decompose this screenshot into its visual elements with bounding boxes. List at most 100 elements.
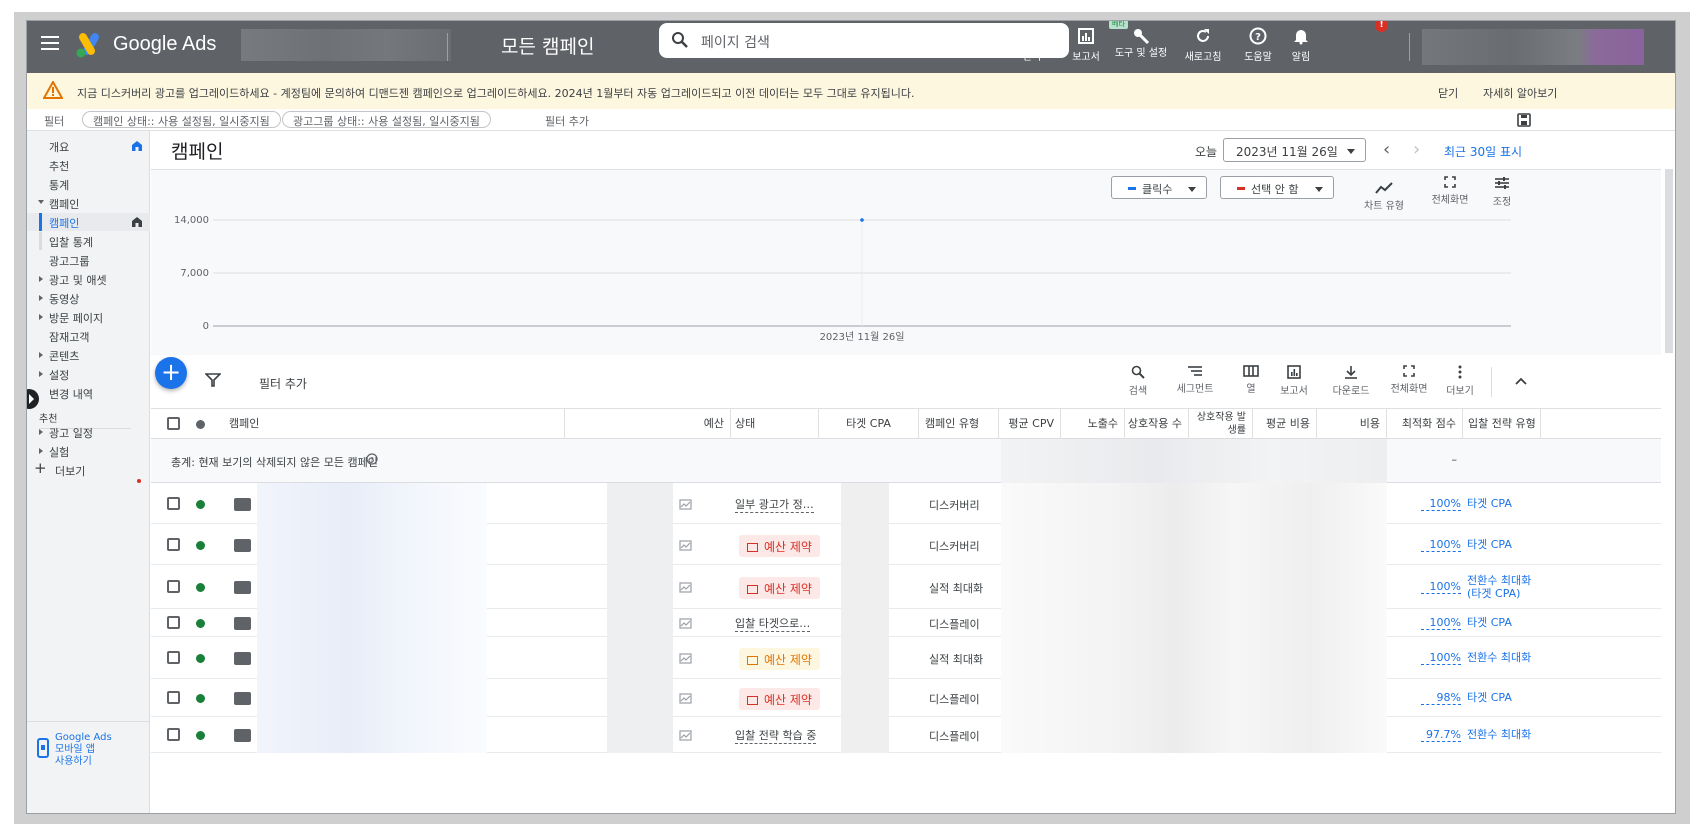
sidebar-item-bid-insights[interactable]: 입찰 통계	[39, 232, 150, 250]
campaign-name-link[interactable]	[257, 609, 487, 637]
budget-chart-icon[interactable]	[679, 539, 692, 551]
col-bid-strategy[interactable]: 입찰 전략 유형	[1463, 409, 1541, 439]
campaign-name-link[interactable]	[257, 483, 487, 524]
campaign-name-link[interactable]	[257, 524, 487, 565]
help-icon[interactable]: ?	[366, 453, 378, 465]
budget-chart-icon[interactable]	[679, 730, 692, 741]
bid-strategy-link[interactable]: 타겟 CPA	[1467, 691, 1512, 704]
budget-limited-badge[interactable]: 예산 제약	[739, 688, 820, 710]
optimization-score-link[interactable]: 100%	[1421, 580, 1461, 594]
sidebar-item-campaigns[interactable]: 캠페인	[27, 213, 150, 231]
budget-chart-icon[interactable]	[679, 693, 692, 704]
show-last-30-days-link[interactable]: 최근 30일 표시	[1444, 143, 1522, 160]
optimization-score-link[interactable]: 100%	[1421, 538, 1461, 552]
row-checkbox[interactable]	[167, 580, 180, 593]
notifications-button[interactable]: 알림	[1273, 27, 1329, 63]
row-checkbox[interactable]	[167, 728, 180, 741]
sidebar-item-settings[interactable]: 설정	[27, 365, 150, 383]
filter-icon[interactable]	[205, 373, 221, 387]
col-avg-cost[interactable]: 평균 비용	[1253, 409, 1317, 439]
reports-button[interactable]: 보고서	[1058, 27, 1114, 63]
bid-strategy-link[interactable]: 전환수 최대화	[1467, 728, 1531, 741]
budget-value[interactable]	[607, 637, 673, 679]
optimization-score-link[interactable]: 98%	[1421, 691, 1461, 705]
budget-value[interactable]	[607, 524, 673, 565]
sidebar-item-landing-pages[interactable]: 방문 페이지	[27, 308, 150, 326]
sidebar-item-ads-assets[interactable]: 광고 및 애셋	[27, 270, 150, 288]
budget-chart-icon[interactable]	[679, 582, 692, 593]
sidebar-item-ad-groups[interactable]: 광고그룹	[27, 251, 150, 269]
refresh-button[interactable]: 새로고침	[1175, 27, 1231, 63]
search-table-button[interactable]: 검색	[1123, 365, 1153, 397]
table-row[interactable]: 예산 제약 실적 최대화 100% 전환수 최대화	[151, 637, 1661, 679]
col-budget[interactable]: 예산	[565, 409, 731, 439]
budget-chart-icon[interactable]	[679, 618, 692, 629]
prev-date-button[interactable]: ‹	[1383, 139, 1390, 160]
chart-scrollbar[interactable]	[1665, 169, 1673, 353]
row-checkbox[interactable]	[167, 616, 180, 629]
table-row[interactable]: 일부 광고가 정… 디스커버리 100% 타겟 CPA	[151, 483, 1661, 524]
table-row[interactable]: 예산 제약 디스플레이 98% 타겟 CPA	[151, 679, 1661, 717]
row-checkbox[interactable]	[167, 537, 180, 551]
budget-limited-badge[interactable]: 예산 제약	[739, 577, 820, 599]
download-button[interactable]: 다운로드	[1329, 365, 1373, 397]
row-checkbox[interactable]	[167, 496, 180, 510]
add-campaign-button[interactable]: +	[155, 357, 187, 389]
banner-learn-more-link[interactable]: 자세히 알아보기	[1483, 85, 1557, 101]
col-optimization-score[interactable]: 최적화 점수	[1387, 409, 1463, 439]
campaign-name-link[interactable]	[257, 565, 487, 609]
filter-chip-adgroup-status[interactable]: 광고그룹 상태:: 사용 설정됨, 일시중지됨	[282, 111, 491, 128]
menu-icon[interactable]	[41, 36, 59, 50]
target-cpa-value[interactable]	[841, 565, 889, 609]
campaign-name-link[interactable]	[257, 679, 487, 717]
budget-chart-icon[interactable]	[679, 653, 692, 664]
row-checkbox[interactable]	[167, 691, 180, 704]
col-campaign-type[interactable]: 캠페인 유형	[919, 409, 999, 439]
col-interaction-rate[interactable]: 상호작용 발생률	[1189, 409, 1253, 439]
budget-value[interactable]	[607, 679, 673, 717]
campaign-name-link[interactable]	[257, 717, 487, 753]
sidebar-item-recommendations[interactable]: 추천	[27, 156, 150, 174]
optimization-score-link[interactable]: 97.7%	[1421, 728, 1461, 742]
col-campaign[interactable]: 캠페인	[229, 409, 565, 439]
sidebar-item-more[interactable]: + 더보기	[27, 459, 150, 479]
col-cost[interactable]: 비용	[1317, 409, 1387, 439]
table-row[interactable]: 입찰 전략 학습 중 디스플레이 97.7% 전환수 최대화	[151, 717, 1661, 753]
add-filter-link[interactable]: 필터 추가	[545, 113, 589, 129]
date-range-selector[interactable]: 2023년 11월 26일	[1223, 138, 1366, 162]
bid-strategy-link[interactable]: 타겟 CPA	[1467, 616, 1512, 629]
col-interactions[interactable]: 상호작용 수	[1125, 409, 1189, 439]
table-reports-button[interactable]: 보고서	[1277, 365, 1311, 397]
tools-settings-button[interactable]: 도구 및 설정	[1113, 27, 1169, 59]
optimization-score-link[interactable]: 100%	[1421, 497, 1461, 511]
status-text[interactable]: 입찰 타겟으로…	[735, 615, 811, 632]
status-text[interactable]: 일부 광고가 정…	[735, 496, 814, 513]
sidebar-item-audiences[interactable]: 잠재고객	[27, 327, 150, 345]
sidebar-item-change-history[interactable]: 변경 내역	[27, 384, 150, 402]
budget-limited-badge[interactable]: 예산 제약	[739, 534, 820, 557]
more-options-button[interactable]: 더보기	[1445, 365, 1475, 397]
table-fullscreen-button[interactable]: 전체화면	[1387, 365, 1431, 395]
campaign-name-link[interactable]	[257, 637, 487, 679]
sidebar-item-campaigns-group[interactable]: 캠페인	[27, 194, 150, 212]
target-cpa-value[interactable]	[841, 609, 889, 637]
table-row[interactable]: 예산 제약 실적 최대화 100% 전환수 최대화 (타겟 CPA)	[151, 565, 1661, 609]
budget-limited-warning-badge[interactable]: 예산 제약	[739, 648, 820, 670]
sidebar-item-insights[interactable]: 통계	[27, 175, 150, 193]
budget-chart-icon[interactable]	[679, 498, 692, 510]
add-filter-button[interactable]: 필터 추가	[259, 375, 307, 392]
select-all-checkbox[interactable]	[167, 417, 180, 430]
sidebar-item-videos[interactable]: 동영상	[27, 289, 150, 307]
filter-chip-campaign-status[interactable]: 캠페인 상태:: 사용 설정됨, 일시중지됨	[82, 111, 281, 128]
segment-button[interactable]: 세그먼트	[1173, 365, 1217, 395]
col-target-cpa[interactable]: 타겟 CPA	[819, 409, 919, 439]
sidebar-item-experiments[interactable]: 실험	[27, 442, 150, 460]
sidebar-item-overview[interactable]: 개요	[27, 137, 150, 155]
account-selector[interactable]	[241, 29, 451, 61]
bid-strategy-link[interactable]: 전환수 최대화	[1467, 651, 1531, 664]
table-row[interactable]: 예산 제약 디스커버리 100% 타겟 CPA	[151, 524, 1661, 565]
target-cpa-value[interactable]	[841, 679, 889, 717]
save-icon[interactable]	[1517, 113, 1531, 127]
budget-value[interactable]	[607, 483, 673, 524]
col-status[interactable]: 상태	[731, 409, 819, 439]
